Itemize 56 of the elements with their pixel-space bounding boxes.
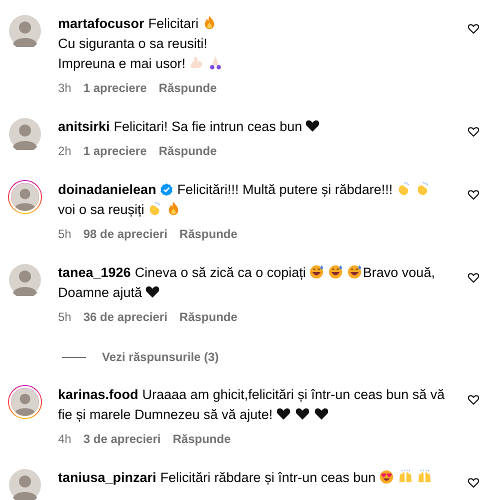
comment-text: Felicitari! Sa fie intrun ceas bun [114,119,302,134]
username[interactable]: anitsirki [58,119,110,134]
comment-time: 5h [58,226,72,242]
like-count[interactable]: 36 de aprecieri [83,309,168,325]
reply-link[interactable]: Răspunde [179,309,238,325]
avatar[interactable] [9,15,41,47]
avatar[interactable] [9,118,41,150]
heart-icon[interactable] [467,22,480,35]
reply-link[interactable]: Răspunde [158,143,217,159]
comment-text: fie și marele Dumnezeu să vă ajute! [58,407,273,422]
like-count[interactable]: 1 apreciere [83,143,147,159]
comment-text: Doamne ajută [58,285,142,300]
username[interactable]: karinas.food [58,387,138,402]
reply-link[interactable]: Răspunde [172,431,231,447]
heart-icon[interactable] [467,125,480,138]
comment-text: Cineva o să zică ca o copiați [134,265,306,280]
username[interactable]: martafocusor [58,16,144,31]
like-count[interactable]: 1 apreciere [83,80,147,96]
grinning-face-icon [308,264,324,279]
raised-hands-icon [416,469,432,484]
avatar[interactable] [9,264,41,296]
comment-time: 3h [58,80,72,96]
avatar[interactable] [9,469,41,500]
username[interactable]: taniusa_pinzari [58,470,156,485]
comment-text: Felicitari [148,16,199,31]
comment-time: 5h [58,309,72,325]
heart-icon [314,406,329,421]
heart-icon [294,406,310,421]
view-replies-link[interactable]: Vezi răspunsurile (3) [102,350,219,364]
username[interactable]: tanea_1926 [58,265,131,280]
clapping-hands-icon [147,201,162,216]
comment-text: Bravo vouă, [362,265,435,280]
heart-icon[interactable] [467,476,480,489]
heart-eyes-face-icon [378,469,394,484]
comment-text: voi o sa reușiți [58,202,144,217]
comment-text: Felicitări răbdare și într-un ceas bun [160,470,376,485]
comment-text: Cu siguranta o sa reusiti! [58,36,208,51]
heart-icon[interactable] [467,271,480,284]
comment-text: Felicitări!!! Multă putere și răbdare!!! [177,182,393,197]
like-count[interactable]: 3 de aprecieri [83,431,161,447]
heart-icon [145,284,160,299]
reply-link[interactable]: Răspunde [179,226,238,242]
like-count[interactable]: 98 de aprecieri [83,226,168,242]
username[interactable]: doinadanielean [58,182,156,197]
comment-text: Uraaaa am ghicit,felicitări și într-un ceas bun să vă [142,387,445,402]
reply-link[interactable]: Răspunde [158,80,217,96]
raised-hands-icon [398,469,413,484]
heart-icon[interactable] [467,393,480,406]
comment-text: Impreuna e mai usor! [58,56,186,71]
heart-icon [305,118,320,133]
comment-time: 4h [58,431,72,447]
heart-icon [276,406,291,421]
comment-time: 2h [58,143,72,159]
grinning-face-icon [328,264,343,279]
grinning-face-icon [346,264,362,279]
heart-icon[interactable] [467,188,480,201]
